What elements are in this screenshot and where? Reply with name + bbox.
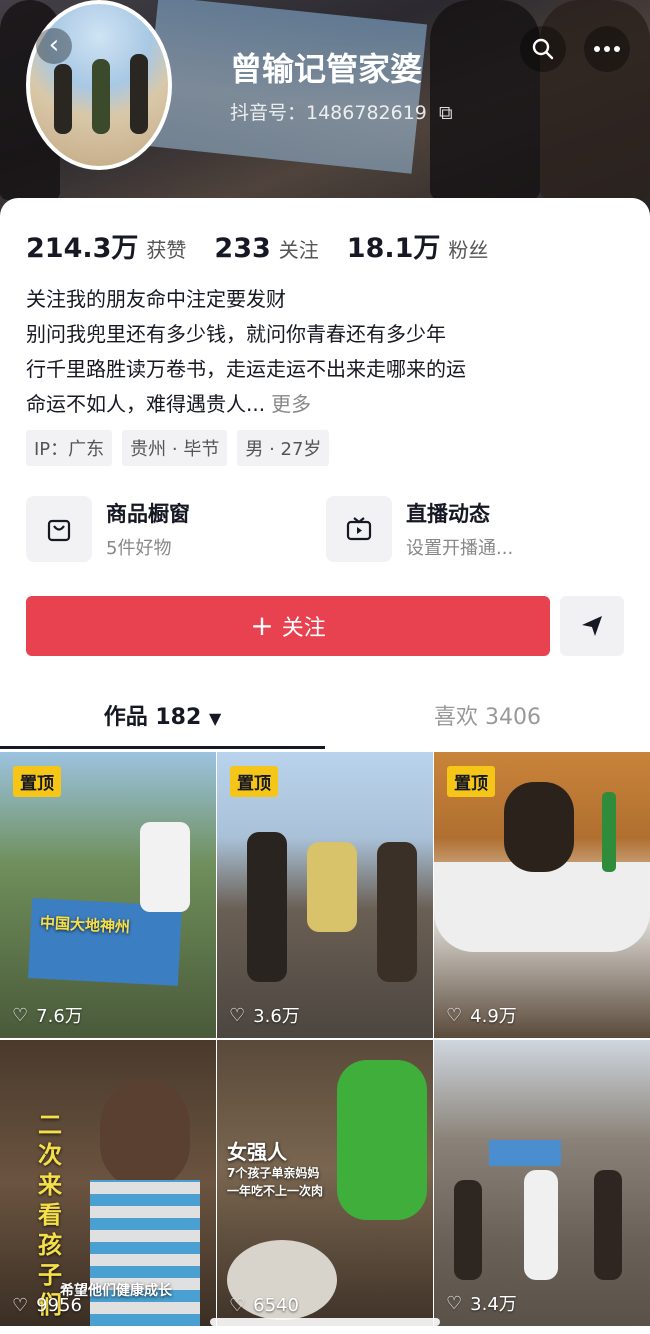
stats-row: 214.3万 获赞 233 关注 18.1万 粉丝 (26, 226, 488, 265)
shopping-bag-icon (26, 496, 92, 562)
message-button[interactable] (560, 596, 624, 656)
more-link[interactable]: 更多 (271, 392, 311, 416)
tv-icon (326, 496, 392, 562)
bio-line: 命运不如人，难得遇贵人... (26, 392, 266, 416)
like-count: ♡ 4.9万 (446, 1002, 517, 1028)
stat-label: 关注 (278, 238, 319, 262)
service-live[interactable]: 直播动态 设置开播通... (326, 496, 586, 562)
service-subtitle: 设置开播通... (406, 538, 514, 559)
tab-label: 喜欢 3406 (434, 705, 541, 730)
send-icon (582, 616, 602, 636)
account-id[interactable]: 抖音号：1486782619 ⧉ (230, 98, 453, 125)
bio: 关注我的朋友命中注定要发财 别问我兜里还有多少钱，就问你青春还有多少年 行千里路… (26, 282, 626, 422)
service-subtitle: 5件好物 (106, 538, 172, 559)
content-tabs: 作品 182 ▼ 喜欢 3406 (0, 690, 650, 750)
like-count-value: 7.6万 (36, 1006, 83, 1027)
like-count: ♡ 3.6万 (229, 1002, 300, 1028)
video-tile[interactable]: 置顶 ♡ 4.9万 (434, 752, 650, 1038)
plus-icon: + (250, 609, 274, 642)
follow-label: 关注 (281, 616, 326, 641)
tag-location[interactable]: 贵州 · 毕节 (122, 430, 228, 466)
bio-line: 关注我的朋友命中注定要发财 (26, 287, 286, 311)
heart-icon: ♡ (229, 1004, 246, 1026)
stat-value: 214.3万 (26, 233, 139, 264)
video-grid: 中国大地神州 置顶 ♡ 7.6万 置顶 ♡ 3.6万 置顶 ♡ 4.9万 二次来看孩子… (0, 752, 650, 1326)
tab-indicator (0, 746, 325, 749)
heart-icon: ♡ (446, 1004, 463, 1026)
video-tile[interactable]: ♡ 3.4万 (434, 1040, 650, 1326)
search-icon[interactable] (520, 26, 566, 72)
like-count-value: 3.4万 (470, 1294, 517, 1315)
video-tile[interactable]: 女强人 7个孩子单亲妈妈 一年吃不上一次肉 ♡ 6540 (217, 1040, 433, 1326)
like-count-value: 3.6万 (253, 1006, 300, 1027)
follow-button[interactable]: + 关注 (26, 596, 550, 656)
service-title: 商品橱窗 (106, 502, 190, 526)
like-count-value: 9956 (36, 1295, 82, 1316)
pinned-badge: 置顶 (447, 766, 495, 797)
more-icon[interactable] (584, 26, 630, 72)
services-row: 商品橱窗 5件好物 直播动态 设置开播通... (26, 496, 586, 562)
video-tile[interactable]: 置顶 ♡ 3.6万 (217, 752, 433, 1038)
heart-icon: ♡ (12, 1004, 29, 1026)
heart-icon: ♡ (446, 1292, 463, 1314)
stat-likes[interactable]: 214.3万 获赞 (26, 226, 186, 265)
dropdown-icon[interactable]: ▼ (209, 709, 221, 728)
like-count-value: 4.9万 (470, 1006, 517, 1027)
tab-label: 作品 182 (103, 705, 202, 730)
video-tile[interactable]: 二次来看孩子们 希望他们健康成长 ♡ 9956 (0, 1040, 216, 1326)
tab-works[interactable]: 作品 182 ▼ (0, 690, 325, 750)
tags-row: IP：广东 贵州 · 毕节 男 · 27岁 (26, 430, 330, 466)
pinned-badge: 置顶 (230, 766, 278, 797)
username: 曾输记管家婆 (230, 50, 423, 88)
heart-icon: ♡ (12, 1295, 29, 1316)
video-subtitle: 一年吃不上一次肉 (227, 1184, 324, 1198)
like-count: ♡ 7.6万 (12, 1002, 83, 1028)
copy-icon[interactable]: ⧉ (439, 102, 453, 124)
stat-value: 18.1万 (346, 233, 441, 264)
like-count: ♡ 9956 (12, 1295, 82, 1316)
like-count: ♡ 3.4万 (446, 1290, 517, 1316)
pinned-badge: 置顶 (13, 766, 61, 797)
bio-line: 行千里路胜读万卷书，走运走运不出来走哪来的运 (26, 357, 466, 381)
stat-value: 233 (214, 233, 271, 264)
account-id-text: 抖音号：1486782619 (230, 102, 427, 124)
back-icon[interactable]: ‹ (36, 28, 72, 64)
bio-line-last: 命运不如人，难得遇贵人... 更多 (26, 387, 626, 422)
avatar[interactable] (26, 0, 172, 170)
video-tile[interactable]: 中国大地神州 置顶 ♡ 7.6万 (0, 752, 216, 1038)
heart-icon: ♡ (229, 1295, 246, 1316)
video-subtitle: 7个孩子单亲妈妈 (227, 1166, 320, 1180)
stat-label: 获赞 (146, 238, 187, 262)
like-count: ♡ 6540 (229, 1295, 299, 1316)
like-count-value: 6540 (253, 1295, 299, 1316)
bio-line: 别问我兜里还有多少钱，就问你青春还有多少年 (26, 322, 446, 346)
tag-ip: IP：广东 (26, 430, 113, 466)
stat-label: 粉丝 (448, 238, 489, 262)
stat-followers[interactable]: 18.1万 粉丝 (347, 226, 489, 265)
tag-gender-age: 男 · 27岁 (237, 430, 330, 466)
home-indicator (210, 1318, 440, 1326)
service-title: 直播动态 (406, 502, 490, 526)
video-overlay-title: 女强人 (227, 1140, 287, 1164)
tab-likes[interactable]: 喜欢 3406 (325, 690, 650, 750)
service-shop-window[interactable]: 商品橱窗 5件好物 (26, 496, 286, 562)
stat-following[interactable]: 233 关注 (214, 233, 318, 264)
